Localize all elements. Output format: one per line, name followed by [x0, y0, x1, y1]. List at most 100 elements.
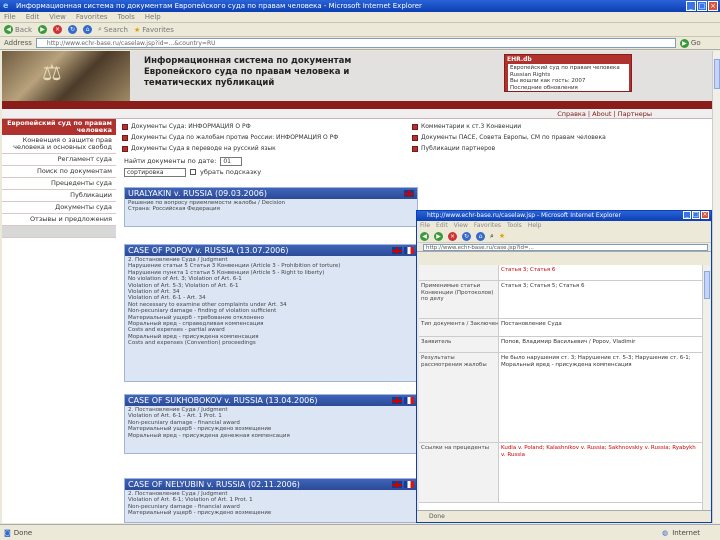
favorites-button[interactable]: ★ Favorites [134, 26, 174, 34]
close-button[interactable]: × [708, 1, 718, 11]
menu-favorites[interactable]: Favorites [76, 12, 108, 22]
popup-menu-file[interactable]: File [420, 221, 430, 230]
menu-edit[interactable]: Edit [26, 12, 40, 22]
category-checkbox[interactable] [122, 145, 128, 152]
site-logo: EHR.db [507, 56, 532, 63]
sidebar-header: Европейский суд по правам человека [2, 119, 116, 135]
popup-menu-help[interactable]: Help [528, 221, 542, 230]
case-summary: 2. Постановление Суда / Judgment Violati… [128, 491, 272, 517]
category-checkbox[interactable] [412, 123, 418, 130]
sidebar-item-rules[interactable]: Регламент суда [2, 154, 116, 166]
sidebar-item-precedents[interactable]: Прецеденты суда [2, 178, 116, 190]
uk-flag-icon[interactable] [392, 397, 402, 404]
popup-minimize-button[interactable]: _ [683, 211, 691, 219]
category-list: Документы Суда: ИНФОРМАЦИЯ О РФ Коммента… [122, 121, 708, 154]
sidebar-item-documents[interactable]: Документы суда [2, 202, 116, 214]
category-item[interactable]: Публикации партнеров [412, 145, 702, 152]
category-checkbox[interactable] [412, 134, 418, 141]
category-item[interactable]: Документы ПАСЕ, Совета Европы, СМ по пра… [412, 134, 702, 141]
sidebar-item-convention[interactable]: Конвенция о защите прав человека и основ… [2, 135, 116, 154]
stop-button[interactable]: × [53, 25, 62, 34]
popup-scrollbar[interactable] [702, 265, 710, 510]
day-select[interactable]: 01 [220, 156, 243, 166]
popup-back-icon[interactable]: ◀ [420, 231, 429, 241]
popup-maximize-button[interactable]: □ [692, 211, 700, 219]
search-button[interactable]: ⌕ Search [98, 25, 128, 34]
menu-file[interactable]: File [4, 12, 16, 22]
fr-flag-icon[interactable] [404, 481, 414, 488]
uk-flag-icon[interactable] [392, 247, 402, 254]
date-search-label: Найти документы по дате: [124, 157, 217, 165]
status-bar: ◙ Done ◍ Internet [0, 524, 720, 540]
case-title[interactable]: CASE OF POPOV v. RUSSIA (13.07.2006) [125, 245, 417, 256]
menu-help[interactable]: Help [145, 12, 161, 22]
popup-toolbar: ◀ ▶ × ↻ ⌂ ⌕ ★ [417, 230, 711, 243]
case-title[interactable]: CASE OF SUKHOBOKOV v. RUSSIA (13.04.2006… [125, 395, 417, 406]
news-item[interactable]: Европейский суд по правам человека [510, 65, 627, 72]
page-scrollbar[interactable] [712, 51, 720, 523]
popup-search-icon[interactable]: ⌕ [490, 232, 494, 241]
menu-view[interactable]: View [49, 12, 66, 22]
popup-scrollbar-thumb[interactable] [704, 271, 710, 299]
maximize-button[interactable]: □ [697, 1, 707, 11]
news-list: Европейский суд по правам человека Russi… [508, 64, 629, 91]
scales-icon: ⚖ [42, 61, 62, 86]
case-summary: 2. Постановление Суда / Judgment Violati… [128, 407, 290, 439]
uk-flag-icon[interactable] [392, 481, 402, 488]
ie-window: e Информационная система по документам Е… [0, 0, 720, 540]
menu-bar: File Edit View Favorites Tools Help [0, 12, 720, 23]
minimize-button[interactable]: _ [686, 1, 696, 11]
popup-address-bar: http://www.echr-base.ru/case.jsp?id=... [417, 243, 711, 252]
scrollbar-thumb[interactable] [714, 59, 720, 89]
news-item[interactable]: Последние обновления [510, 85, 627, 92]
refresh-icon: ↻ [68, 25, 77, 34]
case-block: CASE OF SUKHOBOKOV v. RUSSIA (13.04.2006… [124, 394, 418, 454]
popup-menu-tools[interactable]: Tools [507, 221, 522, 230]
popup-menu-favorites[interactable]: Favorites [474, 221, 501, 230]
home-button[interactable]: ⌂ [83, 25, 92, 34]
fr-flag-icon[interactable] [404, 247, 414, 254]
sidebar-item-feedback[interactable]: Отзывы и предложения [2, 214, 116, 226]
popup-forward-icon[interactable]: ▶ [434, 231, 443, 241]
status-text: Done [13, 528, 33, 537]
popup-stop-icon[interactable]: × [448, 231, 457, 241]
date-search-row: Найти документы по дате: 01 [124, 156, 424, 166]
case-title[interactable]: CASE OF NELYUBIN v. RUSSIA (02.11.2006) [125, 479, 417, 490]
page-icon: ◙ [4, 528, 11, 537]
category-checkbox[interactable] [412, 145, 418, 152]
forward-button[interactable]: ▶ [38, 25, 47, 34]
menu-tools[interactable]: Tools [118, 12, 135, 22]
popup-window: http://www.echr-base.ru/caselaw.jsp - Mi… [416, 210, 712, 523]
hide-hint-checkbox[interactable] [190, 169, 196, 175]
sidebar-item-publications[interactable]: Публикации [2, 190, 116, 202]
popup-refresh-icon[interactable]: ↻ [462, 231, 471, 241]
category-item[interactable]: Документы Суда в переводе на русский язы… [122, 145, 412, 152]
category-checkbox[interactable] [122, 134, 128, 141]
popup-address-input[interactable]: http://www.echr-base.ru/case.jsp?id=... [423, 243, 708, 251]
sidebar-item-search[interactable]: Поиск по документам [2, 166, 116, 178]
fr-flag-icon[interactable] [404, 397, 414, 404]
back-button[interactable]: ◀ Back [4, 25, 32, 34]
top-links[interactable]: Справка | About | Партнеры [2, 109, 712, 119]
table-row: Заявитель Попов, Владимир Васильевич / P… [419, 337, 703, 353]
sort-select[interactable]: сортировка [124, 167, 186, 177]
star-icon: ★ [133, 25, 141, 34]
popup-home-icon[interactable]: ⌂ [476, 231, 485, 241]
popup-title: http://www.echr-base.ru/caselaw.jsp - Mi… [427, 212, 621, 219]
popup-menu-view[interactable]: View [454, 221, 468, 230]
category-checkbox[interactable] [122, 123, 128, 130]
category-item[interactable]: Комментарии к ст.3 Конвенции [412, 123, 702, 130]
popup-menu-edit[interactable]: Edit [436, 221, 448, 230]
popup-close-button[interactable]: × [701, 211, 709, 219]
address-input[interactable]: http://www.echr-base.ru/caselaw.jsp?id=.… [35, 38, 676, 48]
table-row: Тип документа / Заключение Постановление… [419, 319, 703, 337]
popup-titlebar: http://www.echr-base.ru/caselaw.jsp - Mi… [417, 211, 711, 221]
uk-flag-icon[interactable] [404, 190, 414, 197]
refresh-button[interactable]: ↻ [68, 25, 77, 34]
popup-star-icon[interactable]: ★ [499, 232, 505, 240]
window-titlebar: e Информационная система по документам Е… [0, 0, 720, 12]
go-button[interactable]: ▶ Go [679, 38, 701, 48]
category-item[interactable]: Документы Суда по жалобам против России:… [122, 134, 412, 141]
category-item[interactable]: Документы Суда: ИНФОРМАЦИЯ О РФ [122, 123, 412, 130]
case-title[interactable]: URALYAKIN v. RUSSIA (09.03.2006) [125, 188, 417, 199]
